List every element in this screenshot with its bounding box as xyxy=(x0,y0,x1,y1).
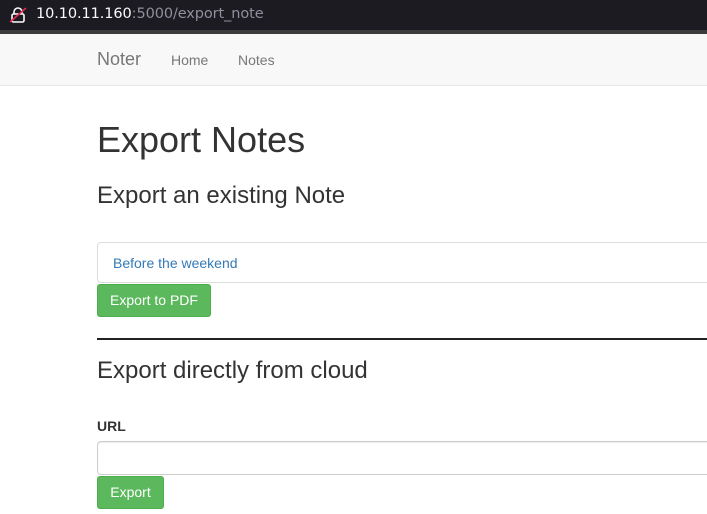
export-to-pdf-button[interactable]: Export to PDF xyxy=(97,284,211,317)
navbar-brand[interactable]: Noter xyxy=(97,49,141,69)
export-button[interactable]: Export xyxy=(97,476,164,509)
url-field[interactable]: 10.10.11.160:5000/export_note xyxy=(36,4,264,24)
section-heading-existing-note: Export an existing Note xyxy=(97,182,346,209)
nav-link-notes[interactable]: Notes xyxy=(238,51,275,69)
lock-icon[interactable] xyxy=(9,7,27,23)
navbar: Noter Home Notes xyxy=(0,34,707,86)
url-label: URL xyxy=(97,418,126,434)
url-input[interactable] xyxy=(97,441,707,475)
section-heading-cloud-export: Export directly from cloud xyxy=(97,357,368,384)
section-divider xyxy=(97,338,707,340)
url-path: :5000/export_note xyxy=(131,6,264,22)
browser-address-bar: 10.10.11.160:5000/export_note xyxy=(0,0,707,30)
note-select[interactable]: Before the weekend xyxy=(97,242,707,283)
page-title: Export Notes xyxy=(97,119,306,160)
url-host: 10.10.11.160 xyxy=(36,6,132,22)
nav-link-home[interactable]: Home xyxy=(171,51,208,69)
note-option-selected[interactable]: Before the weekend xyxy=(113,254,238,272)
